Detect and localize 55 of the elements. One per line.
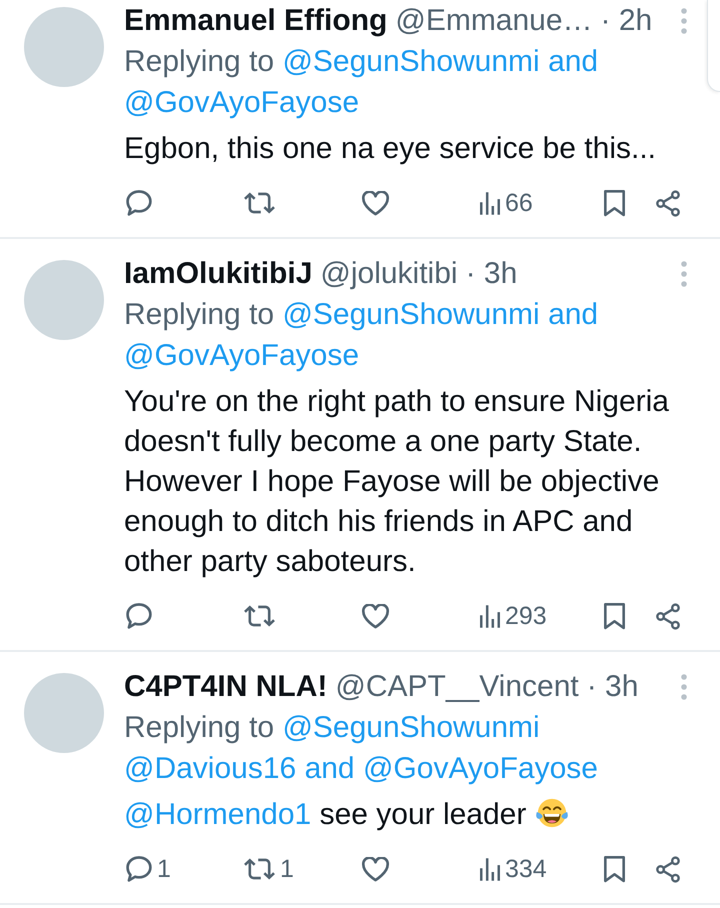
reply-icon [126,603,152,629]
bar-chart-icon [480,858,500,880]
heart-icon [362,604,389,628]
post-text: You're on the right path to ensure Nigeria doesn't fully become a one party State. However I hope Fayose will be objective enough to ditch his friends in APC and other party saboteurs. [124,384,670,580]
author-name[interactable]: Emmanuel Effiong [124,0,388,41]
share-button[interactable] [654,602,682,630]
user-handle: @Emmanue… [395,3,593,39]
post-text: @Hormendo1 see your leader [124,795,704,835]
author-name[interactable]: C4PT4IN NLA! [124,666,328,707]
share-icon [656,602,680,630]
more-icon [681,260,687,286]
reply-button[interactable]: 1 [124,854,173,884]
views-button[interactable]: 293 [478,601,549,631]
like-button[interactable] [360,190,391,216]
user-handle: @CAPT__Vincent [335,669,579,705]
repost-button[interactable]: 1 [242,854,296,884]
bookmark-icon [604,602,625,630]
repost-icon [244,858,275,880]
bookmark-button[interactable] [602,190,627,216]
share-button[interactable] [654,190,682,216]
repost-button[interactable] [242,605,277,627]
reply-icon [126,190,152,216]
post-time: · 2h [600,3,652,39]
share-icon [656,856,680,882]
like-button[interactable] [360,856,391,882]
laughing-emoji-icon [534,796,569,830]
bookmark-button[interactable] [602,602,627,630]
share-button[interactable] [654,856,682,882]
user-handle: @jolukitibi [320,256,458,292]
heart-icon [362,190,389,216]
like-button[interactable] [360,604,391,628]
replying-to-text: Replying to @SegunShowunmi @Davious16 and @GovAyoFayose [124,710,599,787]
views-button[interactable]: 334 [478,854,549,884]
post-time: · 3h [466,256,518,292]
post-text: Egbon, this one na eye service be this... [124,131,657,167]
bar-chart-icon [480,604,500,628]
heart-icon [362,856,389,882]
share-icon [656,190,680,216]
repost-button[interactable] [242,192,277,214]
more-icon [681,674,687,700]
repost-icon [244,605,275,627]
reply-icon [126,856,152,882]
reply-button[interactable] [124,603,154,629]
author-name[interactable]: IamOlukitibiJ [124,253,312,294]
repost-icon [244,192,275,214]
bookmark-icon [604,856,625,882]
more-icon [681,8,687,34]
replying-to-text: Replying to @SegunShowunmi and @GovAyoFayose [124,297,600,374]
replying-to-text: Replying to @SegunShowunmi and @GovAyoFayose [124,44,600,121]
views-button[interactable]: 66 [478,188,535,218]
post-time: · 3h [586,669,638,705]
bookmark-button[interactable] [602,856,627,882]
bar-chart-icon [480,192,500,214]
reply-button[interactable] [124,190,154,216]
bookmark-icon [604,190,625,216]
